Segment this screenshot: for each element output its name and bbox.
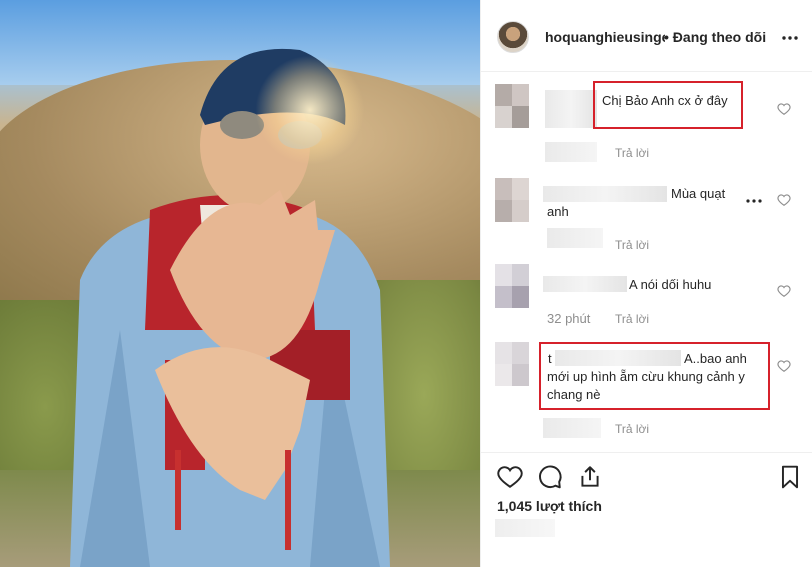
like-comment-heart-icon[interactable] (777, 193, 791, 207)
like-count[interactable]: 1,045 lượt thích (497, 498, 602, 514)
like-comment-heart-icon[interactable] (777, 284, 791, 298)
avatar[interactable] (497, 21, 529, 53)
comment-time: 32 phút (547, 311, 591, 326)
like-comment-heart-icon[interactable] (777, 102, 791, 116)
comment-item: Chị Bảo Anh cx ở đây Trả lời (481, 80, 812, 170)
reply-button[interactable]: Trả lời (615, 146, 649, 160)
comment-avatar[interactable] (495, 342, 529, 386)
blurred-username (545, 90, 597, 128)
highlight-box (593, 81, 743, 129)
blurred-meta (543, 418, 601, 438)
blurred-username (543, 186, 667, 202)
comment-icon[interactable] (537, 464, 563, 490)
follow-status[interactable]: • Đang theo dõi (664, 29, 766, 45)
more-horizontal-icon[interactable] (780, 28, 800, 48)
post-side-panel: hoquanghieusinger • Đang theo dõi Chị Bả… (480, 0, 812, 567)
comment-text-cont: anh (547, 204, 569, 219)
reply-button[interactable]: Trả lời (615, 238, 649, 252)
comment-text: A nói dối huhu (629, 277, 712, 292)
more-horizontal-icon[interactable] (745, 196, 763, 206)
like-comment-heart-icon[interactable] (777, 359, 791, 373)
share-icon[interactable] (577, 464, 603, 490)
heart-icon[interactable] (497, 464, 523, 490)
comment-avatar[interactable] (495, 178, 529, 222)
post-actions: 1,045 lượt thích (481, 452, 812, 567)
highlight-box (539, 342, 770, 410)
bookmark-icon[interactable] (777, 464, 803, 490)
comment-text: Mùa quạt (671, 186, 726, 201)
comment-avatar[interactable] (495, 264, 529, 308)
reply-button[interactable]: Trả lời (615, 422, 649, 436)
comment-item: Mùa quạt anh Trả lời (481, 172, 812, 260)
blurred-meta (547, 228, 603, 248)
blurred-username (543, 276, 627, 292)
photo-sun-glare (255, 55, 365, 165)
post-header: hoquanghieusinger • Đang theo dõi (481, 0, 812, 72)
blurred-meta (545, 142, 597, 162)
comment-item: t A..bao anh mới up hình ẵm cừu khung cả… (481, 338, 812, 448)
reply-button[interactable]: Trả lời (615, 312, 649, 326)
post-photo[interactable] (0, 0, 480, 567)
blurred-timestamp (495, 519, 555, 537)
comment-item: A nói dối huhu 32 phút Trả lời (481, 262, 812, 336)
comment-avatar[interactable] (495, 84, 529, 128)
username-link[interactable]: hoquanghieusinger (545, 29, 665, 45)
